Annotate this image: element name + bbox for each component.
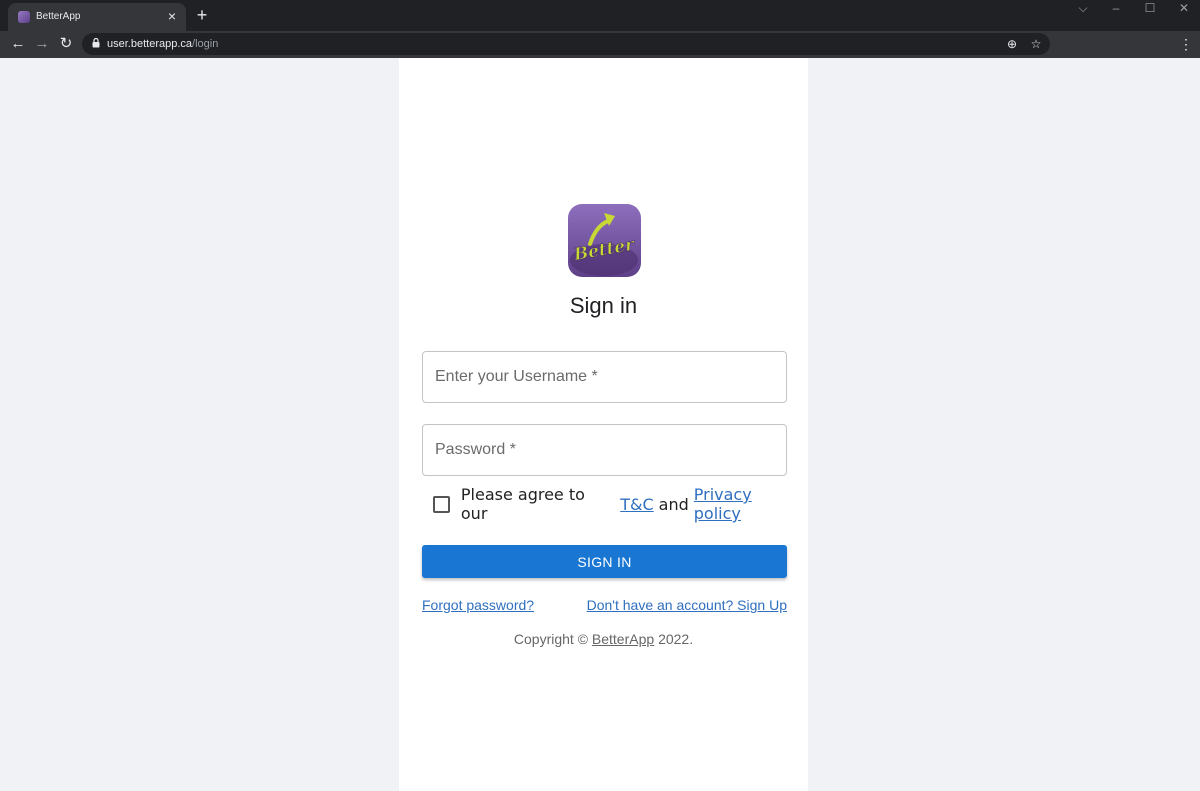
bookmark-star-icon[interactable]: ☆ xyxy=(1028,36,1044,52)
zoom-icon[interactable]: ⊕ xyxy=(1004,36,1020,52)
back-icon[interactable]: ← xyxy=(8,34,28,54)
browser-tab-bar: BetterApp × + ⌵ – ☐ ✕ xyxy=(0,0,1200,31)
lock-icon xyxy=(92,38,100,48)
sign-in-button[interactable]: SIGN IN xyxy=(422,545,787,578)
forgot-password-link[interactable]: Forgot password? xyxy=(422,597,534,613)
agree-text: Please agree to our xyxy=(460,485,585,523)
forward-icon[interactable]: → xyxy=(32,34,52,54)
new-tab-icon[interactable]: + xyxy=(194,6,210,24)
url-text: user.betterapp.ca/login xyxy=(107,38,219,50)
tc-link[interactable]: T&C xyxy=(620,495,653,514)
login-card: Better Sign in Please agree to our T&C a… xyxy=(399,58,808,791)
window-close-icon[interactable]: ✕ xyxy=(1176,0,1192,16)
copyright-brand-link[interactable]: BetterApp xyxy=(592,631,654,647)
chevron-down-icon[interactable]: ⌵ xyxy=(1075,0,1091,16)
page-viewport: Better Sign in Please agree to our T&C a… xyxy=(0,58,1200,791)
favicon-icon xyxy=(18,11,30,23)
and-text: and xyxy=(658,494,689,514)
browser-toolbar: ← → ↻ user.betterapp.ca/login ⊕ ☆ ⋮ xyxy=(0,31,1200,58)
minimize-icon[interactable]: – xyxy=(1108,0,1124,16)
browser-tab[interactable]: BetterApp × xyxy=(8,3,186,31)
privacy-policy-link[interactable]: Privacy policy xyxy=(694,485,803,523)
password-input[interactable] xyxy=(423,425,786,475)
maximize-icon[interactable]: ☐ xyxy=(1142,0,1158,16)
terms-agreement: Please agree to our T&C and Privacy poli… xyxy=(433,485,808,523)
tab-title: BetterApp xyxy=(36,11,81,22)
close-tab-icon[interactable]: × xyxy=(164,8,180,24)
username-field[interactable] xyxy=(422,351,787,403)
username-input[interactable] xyxy=(423,352,786,402)
copyright-prefix: Copyright © xyxy=(513,631,589,647)
terms-checkbox[interactable] xyxy=(433,495,450,513)
sign-up-link[interactable]: Don't have an account? Sign Up xyxy=(587,597,787,613)
copyright-year: 2022. xyxy=(658,631,694,647)
page-title: Sign in xyxy=(569,293,638,318)
address-bar[interactable]: user.betterapp.ca/login ⊕ ☆ xyxy=(82,33,1050,55)
browser-menu-icon[interactable]: ⋮ xyxy=(1178,34,1194,54)
password-field[interactable] xyxy=(422,424,787,476)
copyright: Copyright © BetterApp 2022. xyxy=(399,631,808,647)
reload-icon[interactable]: ↻ xyxy=(56,34,76,54)
app-logo: Better xyxy=(568,204,641,277)
